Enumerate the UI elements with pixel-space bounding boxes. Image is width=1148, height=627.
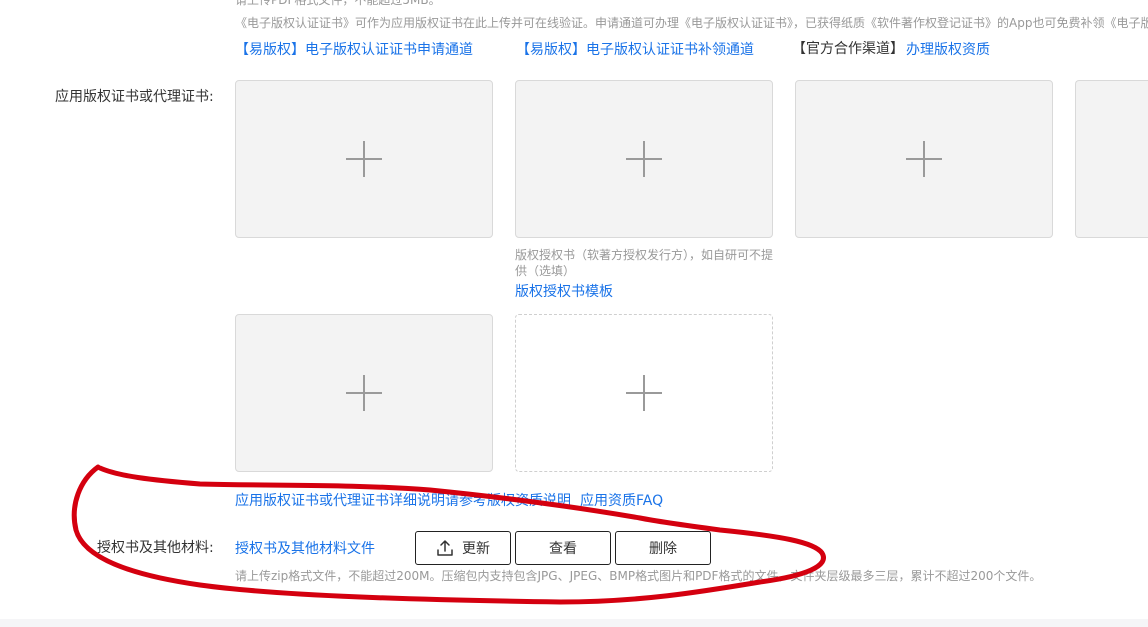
official-channel-label: 【官方合作渠道】 [792, 41, 904, 57]
materials-file-link[interactable]: 授权书及其他材料文件 [235, 540, 375, 558]
view-button[interactable]: 查看 [515, 531, 611, 565]
faq-link[interactable]: 应用资质FAQ [580, 492, 663, 510]
ecert-apply-link[interactable]: 【易版权】电子版权认证证书申请通道 [235, 41, 473, 59]
plus-icon [906, 141, 942, 177]
qualification-link[interactable]: 办理版权资质 [906, 41, 990, 59]
zip-upload-hint: 请上传zip格式文件，不能超过200M。压缩包内支持包含JPG、JPEG、BMP… [235, 569, 1042, 583]
delete-button[interactable]: 删除 [615, 531, 711, 565]
plus-icon [626, 375, 662, 411]
upload-slot-2[interactable] [515, 80, 773, 238]
upload-slot-4[interactable] [1075, 80, 1148, 238]
ecert-reissue-link[interactable]: 【易版权】电子版权认证证书补领通道 [516, 41, 754, 59]
plus-icon [346, 375, 382, 411]
delete-button-label: 删除 [649, 541, 677, 557]
upload-slot-3[interactable] [795, 80, 1053, 238]
plus-icon [346, 141, 382, 177]
upload-icon [437, 540, 453, 556]
authorization-materials-label: 授权书及其他材料: [97, 540, 214, 556]
authorization-template-link[interactable]: 版权授权书模板 [515, 283, 613, 301]
pdf-limit-hint: 请上传PDF格式文件，不能超过5MB。 [235, 0, 441, 7]
upload-slot-5[interactable] [235, 314, 493, 472]
ecert-note: 《电子版权认证证书》可作为应用版权证书在此上传并可在线验证。申请通道可办理《电子… [235, 16, 1148, 30]
copyright-cert-label: 应用版权证书或代理证书: [55, 89, 214, 105]
update-button-label: 更新 [462, 541, 490, 557]
page-footer-strip [0, 619, 1148, 627]
authorization-hint: 版权授权书（软著方授权发行方），如自研可不提供（选填） [515, 248, 774, 278]
upload-slot-1[interactable] [235, 80, 493, 238]
view-button-label: 查看 [549, 541, 577, 557]
upload-slot-add[interactable] [515, 314, 773, 472]
update-button[interactable]: 更新 [415, 531, 511, 565]
copyright-detail-link[interactable]: 应用版权证书或代理证书详细说明请参考版权资质说明 [235, 492, 571, 510]
plus-icon [626, 141, 662, 177]
